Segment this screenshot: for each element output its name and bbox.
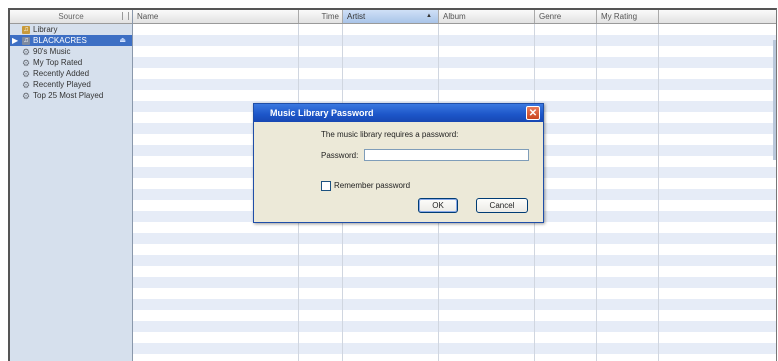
sidebar-item-label: Recently Played	[33, 80, 91, 89]
close-icon[interactable]: ✕	[526, 106, 540, 120]
smart-playlist-gear-icon: ⚙	[22, 90, 31, 101]
column-header-genre[interactable]: Genre	[535, 10, 597, 23]
expand-arrow-icon[interactable]: ▶	[12, 35, 18, 46]
password-dialog: Music Library Password ✕ The music libra…	[253, 103, 544, 223]
smart-playlist-gear-icon: ⚙	[22, 68, 31, 79]
ok-button[interactable]: OK	[418, 198, 458, 213]
sidebar-item-library[interactable]: ♫ Library	[10, 24, 132, 35]
column-header-album[interactable]: Album	[439, 10, 535, 23]
sidebar-item-recently-added[interactable]: ⚙ Recently Added	[10, 68, 132, 79]
smart-playlist-gear-icon: ⚙	[22, 46, 31, 57]
library-icon: ♫	[22, 25, 30, 34]
dialog-message: The music library requires a password:	[321, 130, 459, 139]
sidebar-item-top-25[interactable]: ⚙ Top 25 Most Played	[10, 90, 132, 101]
scrollbar[interactable]	[773, 40, 776, 160]
smart-playlist-gear-icon: ⚙	[22, 79, 31, 90]
remember-password-checkbox[interactable]	[321, 181, 331, 191]
sidebar-item-label: 90's Music	[33, 47, 71, 56]
eject-icon[interactable]: ⏏	[119, 35, 126, 46]
column-divider	[658, 24, 659, 361]
column-header-time[interactable]: Time	[299, 10, 343, 23]
sidebar-item-my-top-rated[interactable]: ⚙ My Top Rated	[10, 57, 132, 68]
column-header-my-rating[interactable]: My Rating	[597, 10, 659, 23]
sidebar-item-shared-library[interactable]: ▶ ♫ BLACKACRES ⏏	[10, 35, 132, 46]
remember-password-option[interactable]: Remember password	[321, 181, 410, 191]
source-column-header[interactable]: Source	[10, 10, 132, 24]
cancel-button[interactable]: Cancel	[476, 198, 528, 213]
shared-library-icon: ♫	[22, 36, 30, 45]
resize-grip-icon[interactable]	[122, 12, 129, 20]
sidebar-item-label: BLACKACRES	[33, 36, 87, 45]
source-header-label: Source	[58, 12, 84, 21]
dialog-titlebar[interactable]: Music Library Password ✕	[254, 104, 543, 122]
sidebar-item-label: Library	[33, 25, 58, 34]
sidebar-item-90s-music[interactable]: ⚙ 90's Music	[10, 46, 132, 57]
password-label: Password:	[321, 151, 359, 160]
column-divider	[596, 24, 597, 361]
sort-ascending-icon: ▲	[426, 13, 432, 19]
sidebar-item-label: My Top Rated	[33, 58, 83, 67]
column-header-name[interactable]: Name	[133, 10, 299, 23]
source-sidebar: Source ♫ Library ▶ ♫ BLACKACRES ⏏ ⚙ 90's Mu…	[10, 10, 133, 361]
column-header-artist-label: Artist	[347, 12, 366, 21]
remember-password-label: Remember password	[334, 181, 411, 191]
track-list-header: Name Time Artist ▲ Album Genre My Rating	[133, 10, 776, 24]
sidebar-item-label: Recently Added	[33, 69, 90, 78]
sidebar-item-label: Top 25 Most Played	[33, 91, 104, 100]
dialog-title: Music Library Password	[270, 108, 374, 118]
smart-playlist-gear-icon: ⚙	[22, 57, 31, 68]
password-input[interactable]	[364, 149, 529, 161]
column-header-artist[interactable]: Artist ▲	[343, 10, 439, 23]
sidebar-item-recently-played[interactable]: ⚙ Recently Played	[10, 79, 132, 90]
